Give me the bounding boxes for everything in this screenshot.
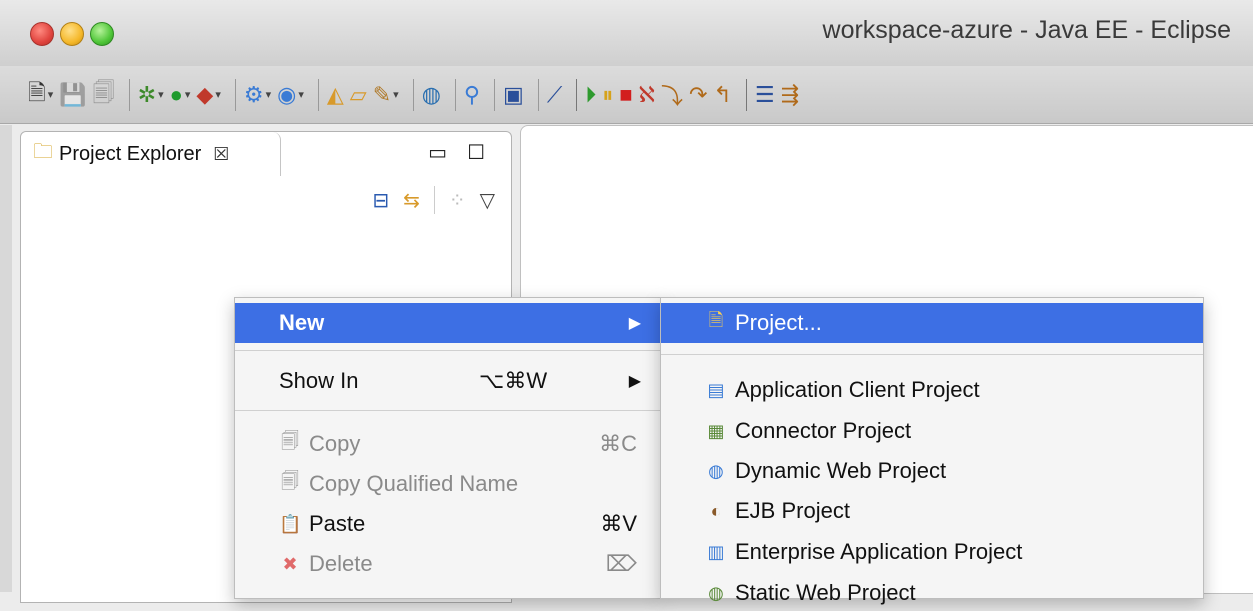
submenu-separator bbox=[661, 354, 1203, 355]
menu-item-show-in[interactable]: Show In ⌥⌘W ▶ bbox=[235, 361, 661, 401]
main-toolbar: 🗎 ▾ 💾 🗐 ✲ ▾ ● ▾ ◆ ▾ ⚙ ▾ ◉ ▾ ◭ ▱ ✎ ▾ ◍ ⚲ ▣ ⟋ ⏵ ⏸… bbox=[0, 66, 1253, 124]
suspend-icon[interactable]: ⏸ bbox=[602, 80, 613, 110]
menu-separator bbox=[235, 350, 661, 351]
dynamic-web-icon: ◍ bbox=[708, 460, 724, 481]
static-web-icon: ◍ bbox=[708, 582, 724, 603]
folder-icon: 🗀 bbox=[33, 141, 53, 163]
use-step-filters-icon[interactable]: ⇶ bbox=[781, 80, 799, 110]
submenu-item-label: EJB Project bbox=[735, 498, 850, 523]
toolbar-separator bbox=[128, 78, 130, 111]
new-server-icon[interactable]: ⚙ ▾ bbox=[244, 80, 271, 110]
paste-icon: 📋 bbox=[279, 513, 302, 534]
view-controls: ▭ ☐ bbox=[428, 140, 485, 165]
edit-icon[interactable]: ✎ ▾ bbox=[373, 80, 399, 110]
toolbar-separator bbox=[412, 78, 414, 111]
terminate-icon[interactable]: ■ bbox=[619, 80, 632, 110]
menu-item-shortcut: ⌥⌘W bbox=[479, 368, 548, 393]
menu-item-copy[interactable]: 🗐 Copy ⌘C bbox=[235, 424, 661, 464]
toolbar-separator bbox=[494, 78, 496, 111]
toolbar-separator bbox=[576, 78, 578, 111]
debug-icon[interactable]: ✲ ▾ bbox=[138, 80, 164, 110]
submenu-arrow-icon: ▶ bbox=[628, 373, 641, 390]
disconnect-icon[interactable]: ℵ bbox=[639, 80, 655, 110]
menu-item-label: Copy Qualified Name bbox=[309, 471, 519, 496]
window-title: workspace-azure - Java EE - Eclipse bbox=[822, 16, 1231, 44]
collapse-all-icon[interactable]: ⊟ bbox=[372, 188, 389, 213]
menu-item-shortcut: ⌘C bbox=[599, 431, 637, 456]
filters-icon[interactable]: ⁘ bbox=[449, 188, 466, 213]
application-client-icon: ▤ bbox=[707, 379, 725, 400]
submenu-item-label: Enterprise Application Project bbox=[735, 539, 1023, 564]
ejb-icon: ◐ bbox=[710, 500, 722, 521]
tab-project-explorer[interactable]: 🗀 Project Explorer ☒ bbox=[21, 132, 281, 176]
view-toolbar: ⊟ ⇆ ⁘ ▽ bbox=[372, 186, 495, 214]
new-submenu: 🗎 Project... ▤ Application Client Projec… bbox=[660, 297, 1204, 605]
menu-item-copy-qualified-name[interactable]: 🗐 Copy Qualified Name bbox=[235, 464, 661, 504]
new-ejb-icon[interactable]: ◉ ▾ bbox=[277, 80, 304, 110]
zoom-window-button[interactable] bbox=[90, 22, 114, 46]
toolbar-separator bbox=[745, 78, 747, 111]
submenu-item-label: Dynamic Web Project bbox=[735, 458, 947, 483]
submenu-item-application-client-project[interactable]: ▤ Application Client Project bbox=[661, 372, 1203, 408]
menu-separator bbox=[235, 410, 661, 411]
search-icon[interactable]: ⚲ bbox=[464, 80, 480, 110]
toolbar-separator bbox=[234, 78, 236, 111]
new-project-icon: 🗎 bbox=[708, 310, 724, 330]
external-tools-icon[interactable]: ◆ ▾ bbox=[196, 80, 220, 110]
close-view-icon[interactable]: ☒ bbox=[213, 144, 229, 165]
menu-item-shortcut: ⌦ bbox=[605, 551, 637, 576]
view-toolbar-separator bbox=[433, 186, 435, 214]
submenu-item-enterprise-application-project[interactable]: ▥ Enterprise Application Project bbox=[661, 534, 1203, 570]
globe-icon[interactable]: ◍ bbox=[422, 80, 441, 110]
drop-to-frame-icon[interactable]: ☰ bbox=[755, 80, 775, 110]
step-over-icon[interactable]: ↷ bbox=[689, 80, 707, 110]
menu-item-label: Show In bbox=[279, 368, 359, 393]
step-into-icon[interactable]: ⤵ bbox=[661, 80, 683, 110]
submenu-item-project[interactable]: 🗎 Project... bbox=[661, 303, 1203, 343]
left-trim bbox=[0, 125, 12, 592]
minimize-view-icon[interactable]: ▭ bbox=[428, 140, 447, 165]
menu-item-shortcut: ⌘V bbox=[600, 511, 637, 536]
submenu-item-label: Connector Project bbox=[735, 418, 912, 443]
open-type-icon[interactable]: ◭ bbox=[327, 80, 344, 110]
new-wizard-icon[interactable]: 🗎 ▾ bbox=[28, 80, 53, 110]
submenu-item-label: Static Web Project bbox=[735, 580, 916, 605]
delete-icon: ✖ bbox=[282, 553, 298, 574]
submenu-item-dynamic-web-project[interactable]: ◍ Dynamic Web Project bbox=[661, 453, 1203, 489]
toolbar-separator bbox=[317, 78, 319, 111]
toolbar-separator bbox=[537, 78, 539, 111]
close-window-button[interactable] bbox=[30, 22, 54, 46]
menu-item-new[interactable]: New ▶ bbox=[235, 303, 661, 343]
submenu-arrow-icon: ▶ bbox=[628, 315, 641, 332]
submenu-item-ejb-project[interactable]: ◐ EJB Project bbox=[661, 493, 1203, 529]
submenu-item-label: Application Client Project bbox=[735, 377, 980, 402]
connector-icon: ▦ bbox=[707, 420, 725, 441]
link-editor-icon[interactable]: ⇆ bbox=[403, 188, 420, 213]
save-all-icon[interactable]: 🗐 bbox=[93, 80, 115, 110]
open-folder-icon[interactable]: ▱ bbox=[350, 80, 367, 110]
step-return-icon[interactable]: ↰ bbox=[713, 80, 731, 110]
copy-icon: 🗐 bbox=[281, 431, 299, 451]
submenu-item-label: Project... bbox=[735, 310, 822, 335]
resume-icon[interactable]: ⏵ bbox=[585, 80, 596, 110]
run-icon[interactable]: ● ▾ bbox=[170, 80, 191, 110]
tab-label: Project Explorer bbox=[59, 142, 202, 165]
maximize-view-icon[interactable]: ☐ bbox=[467, 140, 485, 165]
submenu-item-static-web-project[interactable]: ◍ Static Web Project bbox=[661, 575, 1203, 611]
menu-item-label: New bbox=[279, 310, 325, 335]
minimize-window-button[interactable] bbox=[60, 22, 84, 46]
enterprise-application-icon: ▥ bbox=[707, 541, 725, 562]
menu-item-paste[interactable]: 📋 Paste ⌘V bbox=[235, 504, 661, 544]
window-titlebar: workspace-azure - Java EE - Eclipse bbox=[0, 0, 1253, 67]
console-icon[interactable]: ▣ bbox=[503, 80, 524, 110]
copy-qualified-name-icon: 🗐 bbox=[281, 471, 299, 491]
submenu-item-connector-project[interactable]: ▦ Connector Project bbox=[661, 413, 1203, 449]
context-menu: New ▶ Show In ⌥⌘W ▶ 🗐 Copy ⌘C 🗐 Copy Qua… bbox=[234, 297, 662, 599]
view-menu-icon[interactable]: ▽ bbox=[480, 188, 495, 213]
save-icon[interactable]: 💾 bbox=[59, 80, 86, 110]
menu-item-delete[interactable]: ✖ Delete ⌦ bbox=[235, 544, 661, 584]
skip-breakpoints-icon[interactable]: ⟋ bbox=[547, 80, 562, 110]
toolbar-separator bbox=[454, 78, 456, 111]
